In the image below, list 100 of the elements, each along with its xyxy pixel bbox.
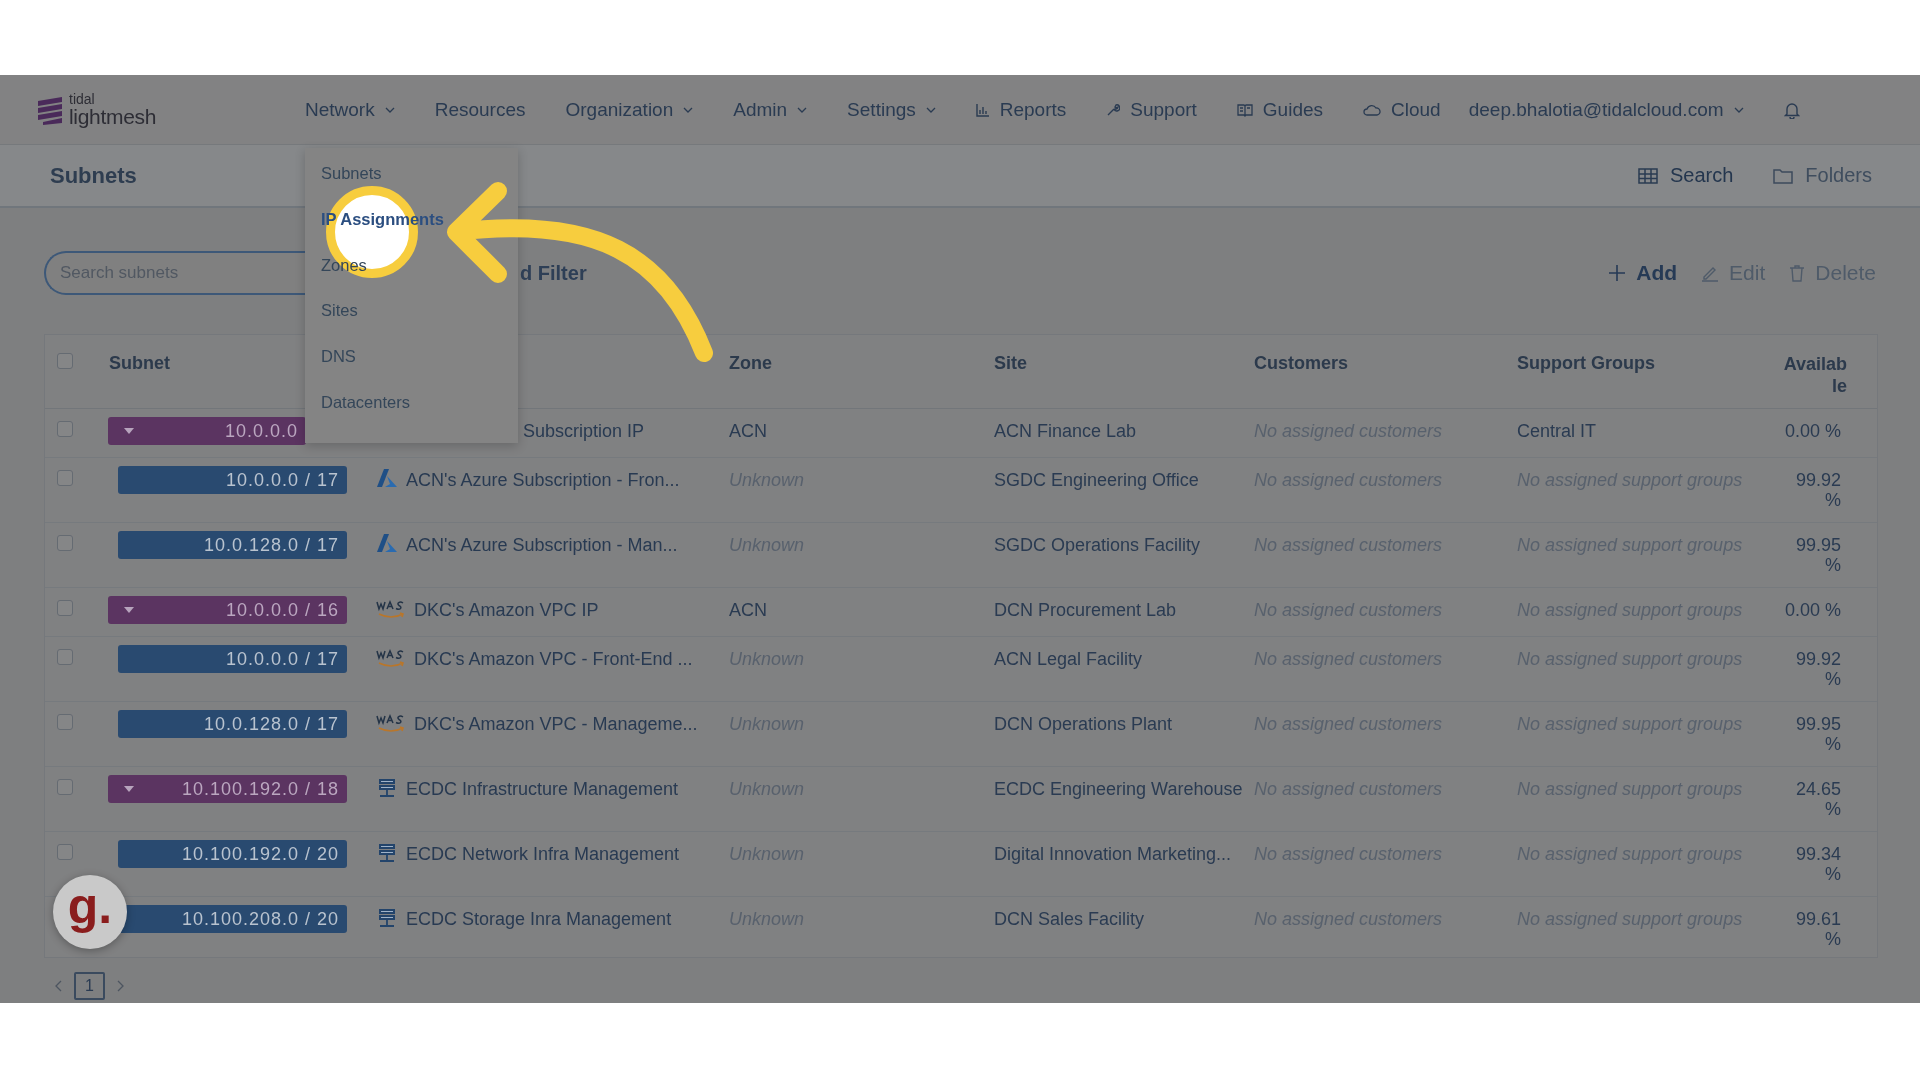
subnet-badge[interactable]: 10.0.0.0 / 17 <box>118 645 347 673</box>
menu-item[interactable]: Sites <box>321 295 358 342</box>
table-icon <box>1637 167 1658 184</box>
nav-link[interactable]: Network <box>305 98 395 121</box>
available-cell-text: 99.34 % <box>1794 844 1841 884</box>
server-rack-icon <box>376 907 398 929</box>
bar-chart-icon <box>975 102 990 117</box>
subnet-name: DKC's Amazon VPC - Front-End ... <box>414 649 693 669</box>
row-checkbox[interactable] <box>57 714 73 730</box>
aws-logo-icon <box>376 712 406 734</box>
row-checkbox[interactable] <box>57 535 73 551</box>
folder-icon <box>1773 167 1794 184</box>
subnet-name: ACN's Azure Subscription - Man... <box>406 535 678 555</box>
subnet-badge[interactable]: 10.100.192.0 / 20 <box>118 840 347 868</box>
subnet-name: ECDC Infrastructure Management <box>406 779 679 799</box>
row-checkbox[interactable] <box>57 844 73 860</box>
row-checkbox[interactable] <box>57 779 73 795</box>
expand-caret-icon <box>124 786 134 792</box>
caret-icon <box>797 106 808 113</box>
book-icon <box>1236 102 1253 117</box>
select-all-checkbox[interactable] <box>57 353 73 369</box>
page-button[interactable]: 1 <box>74 972 105 1000</box>
column-header: Site <box>994 353 1027 373</box>
column-header: Support Groups <box>1517 353 1655 373</box>
site-cell: DCN Procurement Lab <box>994 600 1177 620</box>
bell-icon[interactable] <box>1783 100 1800 119</box>
subnet-name: ECDC Network Infra Management <box>406 844 680 864</box>
nav-link[interactable]: Organization <box>565 98 694 121</box>
column-header: Available <box>1782 353 1847 397</box>
menu-item[interactable]: DNS <box>321 341 356 388</box>
row-checkbox[interactable] <box>57 470 73 486</box>
subnet-name: ACN's Azure Subscription - Fron... <box>406 470 680 490</box>
wrench-icon <box>1106 102 1121 117</box>
available-cell-text: 99.92 % <box>1794 470 1841 510</box>
plus-icon <box>1608 264 1627 282</box>
menu-item[interactable]: Zones <box>321 249 367 296</box>
filter-link[interactable]: d Filter <box>520 261 587 285</box>
row-checkbox[interactable] <box>57 649 73 665</box>
nav-link[interactable]: Resources <box>434 98 526 121</box>
nav-link[interactable]: Reports <box>975 98 1067 121</box>
nav-link[interactable]: Settings <box>847 98 936 121</box>
subnet-badge[interactable]: 10.0.0.0 / 17 <box>118 466 347 494</box>
user-menu[interactable]: deep.bhalotia@tidalcloud.com <box>1468 98 1744 121</box>
available-cell-text: 99.95 % <box>1794 535 1841 575</box>
logo-tagline: tidal <box>69 92 96 106</box>
column-header: Subnet <box>109 353 170 373</box>
subnet-name: DKC's Amazon VPC - Manageme... <box>414 714 698 734</box>
caret-icon <box>683 106 694 113</box>
available-cell-text: 99.92 % <box>1794 649 1841 689</box>
caret-icon <box>925 106 936 113</box>
header-link[interactable]: Folders <box>1773 164 1872 187</box>
subnet-badge[interactable]: 10.0.128.0 / 17 <box>118 531 347 559</box>
server-rack-icon <box>376 842 398 864</box>
available-cell-text: 99.61 % <box>1794 909 1841 949</box>
site-cell: DCN Sales Facility <box>994 909 1145 929</box>
site-cell: SGDC Engineering Office <box>994 470 1199 490</box>
caret-icon <box>1733 106 1744 113</box>
site-cell: Digital Innovation Marketing... <box>994 844 1232 864</box>
support-groups-cell: Central IT <box>1517 421 1597 441</box>
logo-icon <box>35 94 65 125</box>
page-title: Subnets <box>50 162 137 189</box>
nav-link[interactable]: Support <box>1106 98 1197 121</box>
header-link[interactable]: Search <box>1637 164 1734 187</box>
azure-logo-icon <box>376 468 398 488</box>
column-header: Customers <box>1254 353 1349 373</box>
zone-cell: ACN <box>729 421 767 441</box>
aws-logo-icon <box>376 647 406 669</box>
subnet-name: Subscription IP <box>523 421 645 441</box>
cloud-icon <box>1363 103 1382 116</box>
next-page-icon[interactable] <box>116 980 125 992</box>
subnet-badge[interactable]: 10.0.0.0 / 16 <box>108 596 347 624</box>
row-checkbox[interactable] <box>57 421 73 437</box>
previous-page-icon[interactable] <box>54 980 62 992</box>
site-cell: ECDC Engineering Warehouse <box>994 779 1243 799</box>
column-header: Zone <box>729 353 772 373</box>
row-checkbox[interactable] <box>57 600 73 616</box>
aws-logo-icon <box>376 598 406 620</box>
available-cell-text: 24.65 % <box>1794 779 1841 819</box>
available-cell: 0.00 % <box>1783 600 1841 620</box>
expand-caret-icon <box>124 607 134 613</box>
nav-link[interactable]: Guides <box>1236 98 1324 121</box>
subnet-name: ECDC Storage Inra Management <box>406 909 672 929</box>
menu-item[interactable]: Subnets <box>321 158 382 204</box>
subnet-badge[interactable]: 10.0.0.0 <box>108 417 306 445</box>
site-cell: DCN Operations Plant <box>994 714 1173 734</box>
subnet-badge[interactable]: 10.0.128.0 / 17 <box>118 710 347 738</box>
available-cell-text: 99.95 % <box>1794 714 1841 754</box>
nav-link[interactable]: Admin <box>733 98 808 121</box>
trash-icon <box>1789 264 1806 282</box>
toolbar-button[interactable]: Add <box>1608 257 1678 289</box>
zone-cell: ACN <box>729 600 767 620</box>
site-cell: ACN Finance Lab <box>994 421 1137 441</box>
subnet-badge[interactable]: 10.100.192.0 / 18 <box>108 775 347 803</box>
azure-logo-icon <box>376 533 398 553</box>
logo-wordmark: lightmesh <box>69 106 157 127</box>
menu-item[interactable]: Datacenters <box>321 387 410 433</box>
nav-link[interactable]: Cloud <box>1363 98 1441 121</box>
server-rack-icon <box>376 777 398 799</box>
available-cell: 0.00 % <box>1783 421 1841 441</box>
expand-caret-icon <box>124 428 134 434</box>
